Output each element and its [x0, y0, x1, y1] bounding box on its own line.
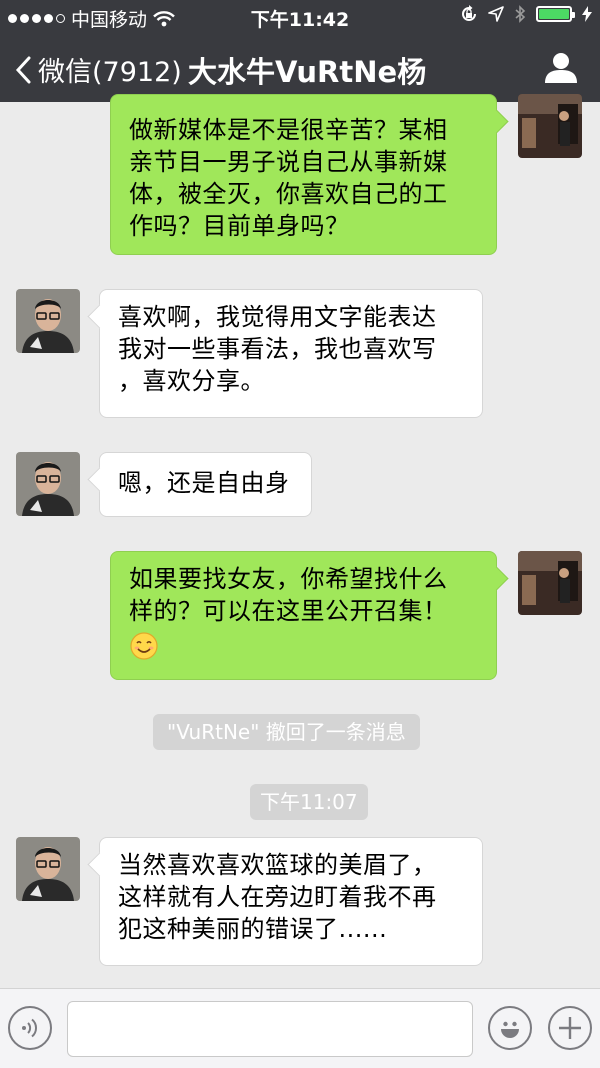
back-button[interactable]: 微信(7912): [14, 50, 182, 89]
location-icon: [488, 6, 504, 22]
nav-bar: 微信(7912) 大水牛VuRtNe杨: [0, 40, 600, 98]
smile-emoji: [130, 632, 158, 660]
message-line: 做新媒体是不是很辛苦？某相: [129, 116, 448, 144]
chat-title: 大水牛VuRtNe杨: [188, 55, 427, 89]
emoji-button[interactable]: [488, 1006, 532, 1050]
message-line: 体，被全灭，你喜欢自己的工: [129, 180, 448, 208]
message-bubble-outgoing[interactable]: 做新媒体是不是很辛苦？某相 亲节目一男子说自己从事新媒 体，被全灭，你喜欢自己的…: [110, 94, 497, 255]
message-bubble-incoming[interactable]: 喜欢啊，我觉得用文字能表达 我对一些事看法，我也喜欢写 ，喜欢分享。: [99, 289, 483, 418]
contact-avatar-image: [16, 452, 80, 516]
message-line: 嗯，还是自由身: [118, 469, 290, 497]
contact-avatar[interactable]: [16, 289, 80, 353]
plus-icon: [559, 1017, 581, 1039]
message-bubble-incoming[interactable]: 嗯，还是自由身: [99, 452, 312, 517]
bluetooth-icon: [515, 5, 526, 23]
contact-avatar-image: [16, 289, 80, 353]
photo-avatar-image: [518, 94, 582, 158]
timestamp-label: 下午11:07: [250, 784, 368, 820]
photo-avatar-image: [518, 551, 582, 615]
recall-notice: "VuRtNe" 撤回了一条消息: [153, 714, 420, 750]
add-button[interactable]: [548, 1006, 592, 1050]
charging-icon: [582, 6, 592, 22]
my-avatar[interactable]: [518, 94, 582, 158]
person-icon[interactable]: [544, 50, 578, 84]
contact-avatar-image: [16, 837, 80, 901]
contact-avatar[interactable]: [16, 452, 80, 516]
message-line: 样的？可以在这里公开召集！: [129, 597, 448, 625]
message-input[interactable]: [67, 1001, 473, 1057]
voice-icon: [22, 1018, 38, 1038]
message-line: ，喜欢分享。: [118, 367, 265, 395]
message-line: 犯这种美丽的错误了......: [118, 915, 388, 943]
contact-avatar[interactable]: [16, 837, 80, 901]
rotation-lock-icon: [462, 5, 476, 21]
message-line: 喜欢啊，我觉得用文字能表达: [118, 303, 437, 331]
message-line: 我对一些事看法，我也喜欢写: [118, 335, 437, 363]
message-line: 如果要找女友，你希望找什么: [129, 565, 448, 593]
voice-button[interactable]: [8, 1006, 52, 1050]
chevron-left-icon: [15, 56, 31, 83]
emoji-icon: [501, 1021, 519, 1038]
message-line: 这样就有人在旁边盯着我不再: [118, 883, 437, 911]
status-bar: 中国移动 下午11:42: [0, 0, 600, 34]
message-line: 当然喜欢喜欢篮球的美眉了，: [118, 851, 437, 879]
input-bar: [0, 988, 600, 1068]
battery-icon: [536, 6, 575, 22]
top-bar: 中国移动 下午11:42 微信(7912) 大水牛VuRtNe杨: [0, 0, 600, 102]
message-bubble-incoming[interactable]: 当然喜欢喜欢篮球的美眉了， 这样就有人在旁边盯着我不再 犯这种美丽的错误了...…: [99, 837, 483, 966]
my-avatar[interactable]: [518, 551, 582, 615]
message-bubble-outgoing[interactable]: 如果要找女友，你希望找什么 样的？可以在这里公开召集！: [110, 551, 497, 680]
message-line: 作吗？目前单身吗？: [129, 212, 350, 240]
message-line: 亲节目一男子说自己从事新媒: [129, 148, 448, 176]
back-label: 微信(7912): [38, 57, 182, 88]
